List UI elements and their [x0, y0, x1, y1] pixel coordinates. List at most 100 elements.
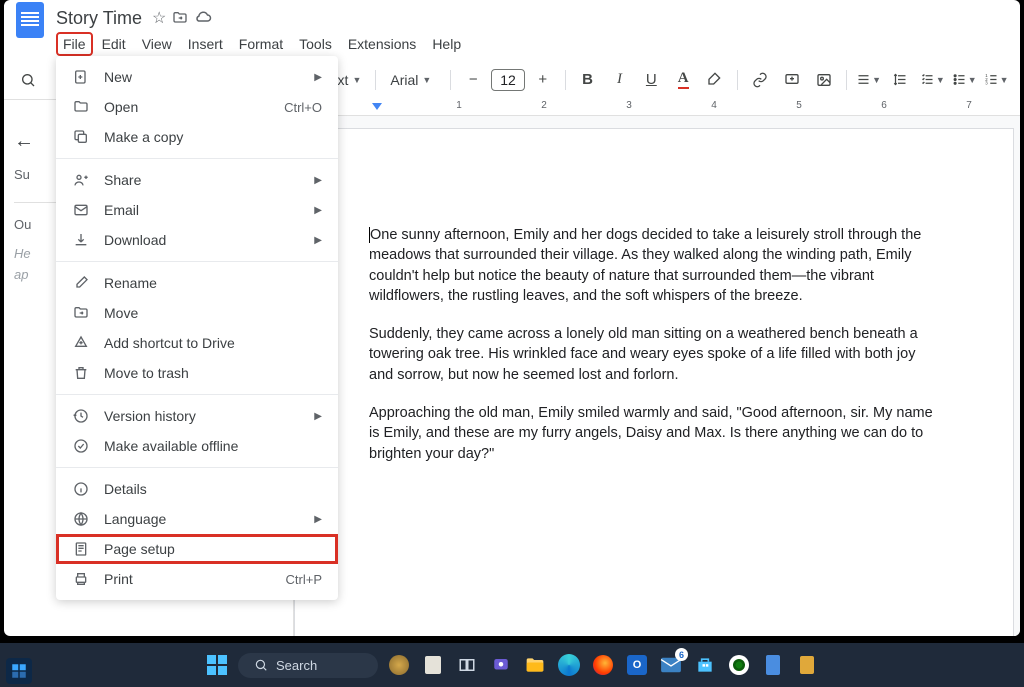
- start-button[interactable]: [204, 652, 230, 678]
- outlook-button[interactable]: O: [624, 652, 650, 678]
- collapse-panel-button[interactable]: ←: [14, 130, 59, 153]
- menu-file[interactable]: File: [56, 32, 93, 56]
- align-button[interactable]: ▼: [855, 66, 883, 94]
- cloud-status-icon[interactable]: [194, 9, 212, 27]
- menu-help[interactable]: Help: [425, 32, 468, 56]
- separator: [450, 70, 451, 90]
- font-size-increase-button[interactable]: +: [529, 66, 557, 94]
- bulleted-list-button[interactable]: ▼: [950, 66, 978, 94]
- file-menu-label: New: [104, 69, 132, 85]
- submenu-arrow-icon: ▶: [314, 235, 322, 246]
- widgets-button[interactable]: [6, 658, 32, 684]
- file-explorer-button[interactable]: [522, 652, 548, 678]
- document-area: One sunny afternoon, Emily and her dogs …: [294, 116, 1020, 636]
- document-page[interactable]: One sunny afternoon, Emily and her dogs …: [294, 128, 1014, 636]
- menu-format[interactable]: Format: [232, 32, 290, 56]
- file-menu-print[interactable]: Print Ctrl+P: [56, 564, 338, 594]
- menu-tools[interactable]: Tools: [292, 32, 339, 56]
- checklist-button[interactable]: ▼: [918, 66, 946, 94]
- paragraph[interactable]: Suddenly, they came across a lonely old …: [369, 324, 939, 385]
- separator: [565, 70, 566, 90]
- file-menu-label: Page setup: [104, 541, 175, 557]
- menu-separator: [56, 158, 338, 159]
- task-view-button[interactable]: [454, 652, 480, 678]
- ruler-mark: 1: [456, 100, 462, 111]
- windows-taskbar[interactable]: Search O 6: [0, 643, 1024, 687]
- copy-icon: [72, 128, 90, 146]
- file-menu-label: Print: [104, 571, 133, 587]
- taskbar-app-3[interactable]: [760, 652, 786, 678]
- page-setup-icon: [72, 540, 90, 558]
- firefox-button[interactable]: [590, 652, 616, 678]
- chevron-down-icon: ▼: [422, 75, 431, 85]
- italic-button[interactable]: I: [606, 66, 634, 94]
- file-menu-trash[interactable]: Move to trash: [56, 358, 338, 388]
- star-icon[interactable]: ☆: [152, 8, 166, 28]
- document-title[interactable]: Story Time: [52, 8, 146, 29]
- highlight-button[interactable]: [701, 66, 729, 94]
- file-menu-offline[interactable]: Make available offline: [56, 431, 338, 461]
- ruler-mark: 5: [796, 100, 802, 111]
- docs-logo-icon[interactable]: [16, 2, 44, 38]
- submenu-arrow-icon: ▶: [314, 411, 322, 422]
- file-menu-version-history[interactable]: Version history ▶: [56, 401, 338, 431]
- insert-image-button[interactable]: [810, 66, 838, 94]
- menu-edit[interactable]: Edit: [95, 32, 133, 56]
- move-folder-icon[interactable]: [172, 10, 188, 26]
- horizontal-ruler[interactable]: 1 2 3 4 5 6 7: [294, 98, 1020, 116]
- shortcut-text: Ctrl+P: [286, 572, 322, 587]
- insert-comment-button[interactable]: [778, 66, 806, 94]
- file-menu-make-copy[interactable]: Make a copy: [56, 122, 338, 152]
- file-menu-language[interactable]: Language ▶: [56, 504, 338, 534]
- app-window: Story Time ☆ File Edit View Insert Forma…: [4, 0, 1020, 636]
- menu-extensions[interactable]: Extensions: [341, 32, 423, 56]
- file-menu-label: Add shortcut to Drive: [104, 335, 235, 351]
- paragraph[interactable]: Approaching the old man, Emily smiled wa…: [369, 403, 939, 464]
- separator: [737, 70, 738, 90]
- menu-insert[interactable]: Insert: [181, 32, 230, 56]
- taskbar-search[interactable]: Search: [238, 653, 378, 678]
- print-icon: [72, 570, 90, 588]
- chat-button[interactable]: [488, 652, 514, 678]
- menu-view[interactable]: View: [135, 32, 179, 56]
- line-spacing-button[interactable]: [887, 66, 915, 94]
- titlebar: Story Time ☆: [4, 0, 1020, 30]
- page-content[interactable]: One sunny afternoon, Emily and her dogs …: [295, 129, 1013, 464]
- file-menu-new[interactable]: New ▶: [56, 62, 338, 92]
- store-button[interactable]: [692, 652, 718, 678]
- xbox-button[interactable]: [726, 652, 752, 678]
- indent-marker-icon[interactable]: [372, 103, 382, 110]
- mail-button[interactable]: 6: [658, 652, 684, 678]
- bold-button[interactable]: B: [574, 66, 602, 94]
- file-menu-page-setup[interactable]: Page setup: [56, 534, 338, 564]
- taskbar-app-1[interactable]: [386, 652, 412, 678]
- file-menu-rename[interactable]: Rename: [56, 268, 338, 298]
- font-size-input[interactable]: 12: [491, 69, 525, 91]
- file-menu-download[interactable]: Download ▶: [56, 225, 338, 255]
- svg-text:3: 3: [985, 81, 988, 86]
- file-menu-open[interactable]: Open Ctrl+O: [56, 92, 338, 122]
- taskbar-app-4[interactable]: [794, 652, 820, 678]
- font-family-select[interactable]: Arial ▼: [384, 68, 442, 92]
- file-menu-add-shortcut[interactable]: Add shortcut to Drive: [56, 328, 338, 358]
- taskbar-app-2[interactable]: [420, 652, 446, 678]
- file-menu-label: Share: [104, 172, 141, 188]
- outline-hint: He: [14, 246, 59, 261]
- menu-separator: [56, 467, 338, 468]
- paragraph[interactable]: One sunny afternoon, Emily and her dogs …: [369, 225, 939, 306]
- ruler-mark: 6: [881, 100, 887, 111]
- search-placeholder: Search: [276, 658, 317, 673]
- edge-button[interactable]: [556, 652, 582, 678]
- file-menu-label: Move: [104, 305, 138, 321]
- underline-button[interactable]: U: [637, 66, 665, 94]
- file-menu-share[interactable]: Share ▶: [56, 165, 338, 195]
- file-menu-move[interactable]: Move: [56, 298, 338, 328]
- mail-badge: 6: [675, 648, 688, 661]
- numbered-list-button[interactable]: 123▼: [982, 66, 1010, 94]
- search-menus-icon[interactable]: [14, 66, 42, 94]
- file-menu-email[interactable]: Email ▶: [56, 195, 338, 225]
- text-color-button[interactable]: A: [669, 66, 697, 94]
- insert-link-button[interactable]: [746, 66, 774, 94]
- file-menu-details[interactable]: Details: [56, 474, 338, 504]
- font-size-decrease-button[interactable]: −: [459, 66, 487, 94]
